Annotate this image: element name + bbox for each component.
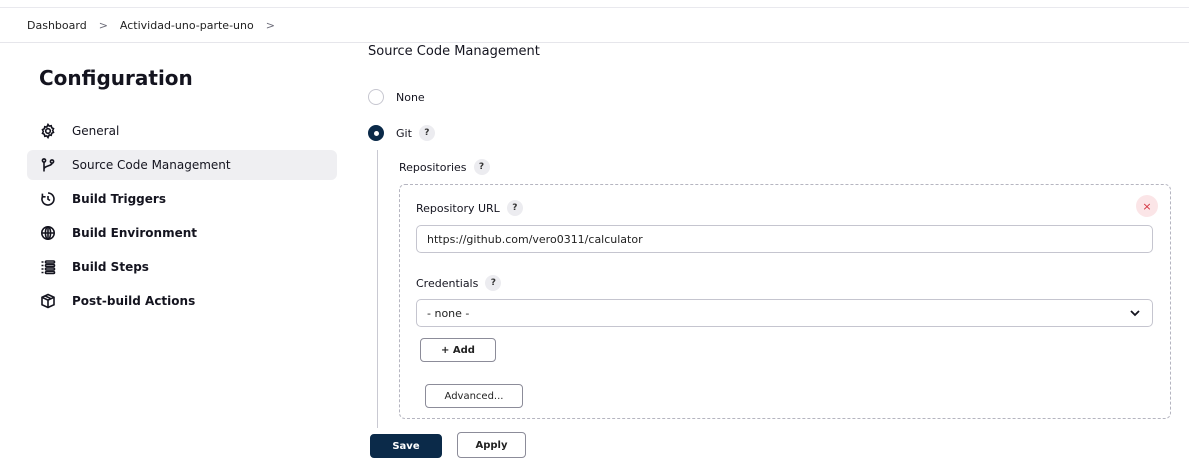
section-title: Source Code Management [368,44,540,59]
sidebar-item-label: General [72,124,120,138]
breadcrumb-separator: > [98,19,108,32]
sidebar-item-label: Build Steps [72,260,149,274]
sidebar-item-label: Source Code Management [72,158,231,172]
credentials-text: Credentials [416,276,479,290]
credentials-label: Credentials ? [416,275,502,291]
scm-option-label: Git [396,126,412,140]
git-branch-icon [39,156,57,174]
credentials-value: - none - [427,306,470,320]
radio-git[interactable] [368,125,384,141]
help-icon[interactable]: ? [485,275,502,291]
gear-icon [39,122,57,140]
repositories-text: Repositories [399,160,467,174]
sidebar-item-build-environment[interactable]: Build Environment [27,218,337,248]
globe-icon [39,224,57,242]
header-divider [0,7,1189,8]
repository-url-input[interactable]: https://github.com/vero0311/calculator [416,225,1153,253]
page-title: Configuration [39,66,193,90]
save-button[interactable]: Save [370,434,442,458]
footer-bar [0,428,1189,454]
help-icon[interactable]: ? [506,200,523,216]
top-bar: Dashboard > Actividad-uno-parte-uno > [0,0,1189,43]
help-icon[interactable]: ? [418,125,435,141]
repository-url-value: https://github.com/vero0311/calculator [427,232,643,246]
credentials-select[interactable]: - none - [416,299,1153,327]
scm-option-none[interactable]: None [368,89,425,105]
repository-url-text: Repository URL [416,201,500,215]
sidebar-item-label: Build Triggers [72,192,166,206]
sidebar-item-label: Build Environment [72,226,197,240]
chevron-down-icon [1130,310,1140,317]
repositories-label: Repositories ? [399,159,490,175]
breadcrumb-separator-menu[interactable]: > [266,19,275,32]
sidebar-item-post-build-actions[interactable]: Post-build Actions [27,286,337,316]
add-credentials-button[interactable]: + Add [420,338,496,362]
repository-url-label: Repository URL ? [416,200,523,216]
sidebar-item-general[interactable]: General [27,116,337,146]
package-icon [39,292,57,310]
help-icon[interactable]: ? [473,159,490,175]
apply-button[interactable]: Apply [457,432,526,458]
sidebar-item-build-triggers[interactable]: Build Triggers [27,184,337,214]
breadcrumb-dashboard[interactable]: Dashboard [27,19,87,32]
git-section-divider [377,150,378,430]
list-icon [39,258,57,276]
breadcrumb: Dashboard > Actividad-uno-parte-uno > [27,19,287,32]
timer-icon [39,190,57,208]
sidebar-item-label: Post-build Actions [72,294,196,308]
repository-panel: Repository URL ? × https://github.com/ve… [399,184,1171,419]
sidebar-item-source-code-management[interactable]: Source Code Management [27,150,337,180]
scm-option-git[interactable]: Git ? [368,125,435,141]
sidebar-item-build-steps[interactable]: Build Steps [27,252,337,282]
delete-repository-button[interactable]: × [1136,195,1158,217]
radio-none[interactable] [368,89,384,105]
sidebar: General Source Code Management Build Tri… [27,116,337,320]
breadcrumb-job[interactable]: Actividad-uno-parte-uno [120,19,254,32]
scm-option-label: None [396,90,425,104]
advanced-button[interactable]: Advanced... [425,384,523,408]
